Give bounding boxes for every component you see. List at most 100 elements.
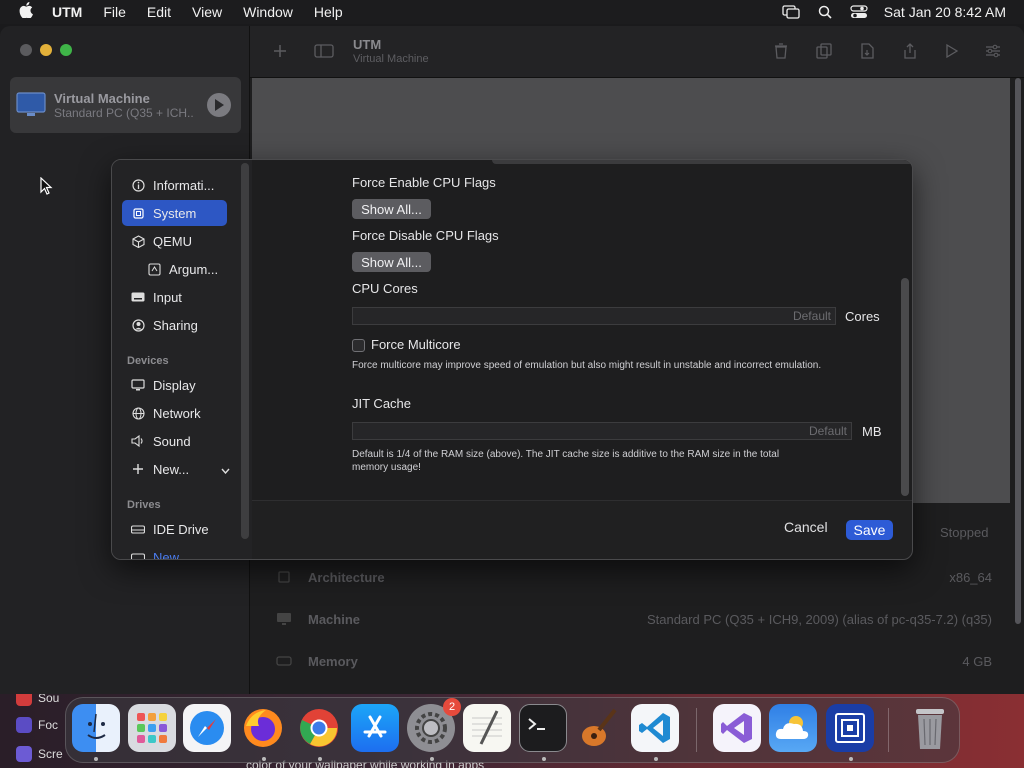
nav-ide-drive[interactable]: IDE Drive <box>122 516 227 542</box>
cpu-cores-label: CPU Cores <box>352 281 418 296</box>
gear-icon <box>415 712 447 744</box>
person-icon <box>131 318 145 332</box>
share-vm-button[interactable] <box>898 40 922 62</box>
cancel-button[interactable]: Cancel <box>784 519 828 535</box>
info-label: Machine <box>308 611 361 627</box>
textedit-pen-icon <box>472 710 502 745</box>
dock-finder[interactable] <box>72 704 120 752</box>
drives-section-header: Drives <box>127 499 161 511</box>
dock-safari[interactable] <box>183 704 231 752</box>
dock-separator <box>888 708 889 752</box>
nav-label: Network <box>153 405 201 421</box>
nav-sharing[interactable]: Sharing <box>122 312 227 338</box>
screen-mirroring-icon[interactable] <box>782 5 800 19</box>
menu-file[interactable]: File <box>103 4 126 20</box>
jit-cache-input[interactable]: Default <box>352 422 852 440</box>
edit-vm-button[interactable] <box>981 40 1005 62</box>
running-indicator <box>542 757 546 761</box>
menubar-status-area: Sat Jan 20 8:42 AM <box>782 0 1006 24</box>
run-vm-button[interactable] <box>940 40 964 62</box>
toolbar-title: UTM <box>353 37 382 52</box>
nav-input[interactable]: Input <box>122 284 227 310</box>
force-disable-show-all-button[interactable]: Show All... <box>352 252 431 272</box>
force-disable-cpu-flags-label: Force Disable CPU Flags <box>352 228 499 243</box>
dock-trash[interactable] <box>906 704 954 752</box>
vm-play-button[interactable] <box>207 93 231 117</box>
nav-network[interactable]: Network <box>122 400 227 426</box>
menu-window[interactable]: Window <box>243 4 293 20</box>
settings-sidebar-scrollbar[interactable] <box>241 163 249 539</box>
clone-vm-button[interactable] <box>812 40 836 62</box>
dock-utm[interactable] <box>826 704 874 752</box>
spotlight-search-icon[interactable] <box>816 5 834 19</box>
utm-icon <box>835 713 865 743</box>
display-icon <box>131 378 145 392</box>
menu-app-name[interactable]: UTM <box>52 4 82 20</box>
drive-icon <box>131 550 145 559</box>
dock-textedit[interactable] <box>463 704 511 752</box>
apple-menu-icon[interactable] <box>0 2 52 22</box>
control-center-icon[interactable] <box>850 5 868 19</box>
minimize-window-button[interactable] <box>40 44 52 56</box>
force-enable-show-all-button[interactable]: Show All... <box>352 199 431 219</box>
cpu-cores-input[interactable]: Default <box>352 307 836 325</box>
nav-qemu[interactable]: QEMU <box>122 228 227 254</box>
dock-system-settings[interactable]: 2 <box>407 698 461 752</box>
force-multicore-label[interactable]: Force Multicore <box>371 337 461 352</box>
globe-icon <box>131 406 145 420</box>
cpu-cores-unit: Cores <box>845 309 880 324</box>
menu-view[interactable]: View <box>192 4 222 20</box>
terminal-prompt-icon <box>528 718 545 730</box>
chevron-down-icon[interactable] <box>221 462 230 477</box>
trash-icon <box>916 709 944 749</box>
visual-studio-icon <box>721 713 752 743</box>
menubar-datetime[interactable]: Sat Jan 20 8:42 AM <box>884 4 1006 20</box>
toggle-sidebar-button[interactable] <box>312 40 336 62</box>
nav-arguments[interactable]: Argum... <box>138 256 233 282</box>
info-value: x86_64 <box>949 569 992 585</box>
dock-visual-studio[interactable] <box>713 704 761 752</box>
vm-settings-dialog: Informati... System QEMU Argum... Input … <box>111 159 913 560</box>
main-scrollbar-thumb[interactable] <box>1015 78 1021 624</box>
nav-system[interactable]: System <box>122 200 227 226</box>
force-multicore-checkbox[interactable] <box>352 339 365 352</box>
dock-firefox[interactable] <box>239 704 287 752</box>
dock-chrome[interactable] <box>295 704 343 752</box>
info-label: Memory <box>308 653 358 669</box>
menu-edit[interactable]: Edit <box>147 4 171 20</box>
save-button[interactable]: Save <box>846 520 893 540</box>
export-vm-button[interactable] <box>855 40 879 62</box>
toolbar-subtitle: Virtual Machine <box>353 53 429 65</box>
nav-information[interactable]: Informati... <box>122 172 227 198</box>
nav-new-device[interactable]: New... <box>122 456 232 482</box>
vm-list-item[interactable]: Virtual Machine Standard PC (Q35 + ICH..… <box>10 77 241 133</box>
zoom-window-button[interactable] <box>60 44 72 56</box>
guitar-icon <box>582 708 617 746</box>
chip-icon <box>131 206 145 220</box>
add-vm-button[interactable] <box>268 40 292 62</box>
vm-status: Stopped <box>940 525 989 540</box>
dock-garageband[interactable] <box>575 704 623 752</box>
mouse-cursor-icon <box>40 177 53 195</box>
dock-app-store[interactable] <box>351 704 399 752</box>
info-row-memory: Memory 4 GB <box>252 640 1010 682</box>
running-indicator <box>849 757 853 761</box>
plus-icon <box>274 45 286 57</box>
notification-badge: 2 <box>443 698 461 716</box>
dock-launchpad[interactable] <box>128 704 176 752</box>
menu-bar: UTM File Edit View Window Help Sat Jan 2… <box>0 0 1024 24</box>
cpu-select-partial[interactable] <box>492 160 912 164</box>
play-icon <box>946 44 958 58</box>
delete-vm-button[interactable] <box>769 40 793 62</box>
dock-vscode[interactable] <box>631 704 679 752</box>
menu-help[interactable]: Help <box>314 4 343 20</box>
nav-sound[interactable]: Sound <box>122 428 227 454</box>
vm-subtitle: Standard PC (Q35 + ICH... <box>54 105 194 120</box>
force-multicore-hint: Force multicore may improve speed of emu… <box>352 360 822 371</box>
dock-terminal[interactable] <box>519 704 567 752</box>
nav-new-drive[interactable]: New... <box>122 544 227 559</box>
nav-display[interactable]: Display <box>122 372 227 398</box>
close-window-button[interactable] <box>20 44 32 56</box>
dock-weather[interactable] <box>769 704 817 752</box>
settings-pane-scrollbar[interactable] <box>901 278 909 496</box>
